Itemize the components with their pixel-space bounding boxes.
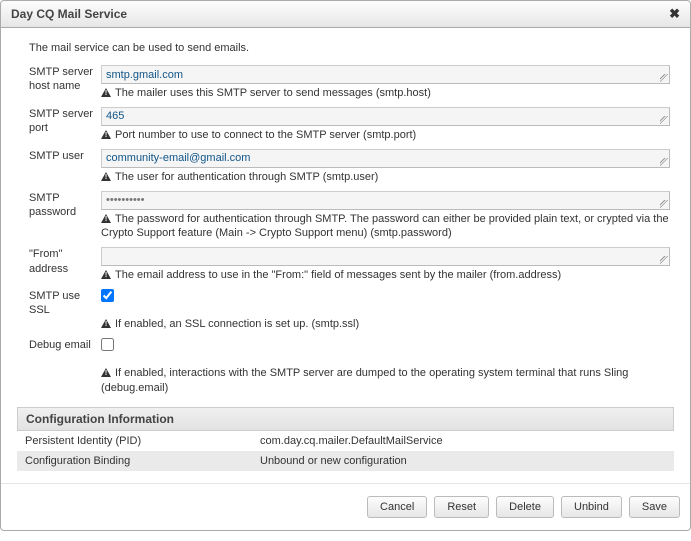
cancel-button[interactable]: Cancel (367, 496, 427, 518)
smtp-host-hint: The mailer uses this SMTP server to send… (101, 86, 670, 101)
dialog-description: The mail service can be used to send ema… (29, 42, 674, 54)
warning-icon (101, 319, 111, 328)
reset-button[interactable]: Reset (434, 496, 489, 518)
binding-label: Configuration Binding (17, 451, 252, 471)
config-info-header: Configuration Information (17, 407, 674, 431)
smtp-user-label: SMTP user (17, 146, 97, 188)
smtp-user-hint-text: The user for authentication through SMTP… (115, 171, 378, 183)
smtp-host-input[interactable] (101, 65, 670, 84)
close-icon[interactable]: ✖ (669, 6, 680, 22)
smtp-user-input[interactable] (101, 149, 670, 168)
smtp-ssl-label: SMTP use SSL (17, 286, 97, 335)
smtp-password-hint: The password for authentication through … (101, 212, 670, 242)
from-address-hint-text: The email address to use in the "From:" … (115, 269, 561, 281)
smtp-port-hint-text: Port number to use to connect to the SMT… (115, 129, 416, 141)
warning-icon (101, 270, 111, 279)
smtp-ssl-checkbox[interactable] (101, 289, 114, 302)
smtp-password-hint-text: The password for authentication through … (101, 213, 669, 240)
smtp-host-label: SMTP server host name (17, 62, 97, 104)
from-address-label: "From" address (17, 244, 97, 286)
smtp-port-hint: Port number to use to connect to the SMT… (101, 128, 670, 143)
from-address-hint: The email address to use in the "From:" … (101, 268, 670, 283)
unbind-button[interactable]: Unbind (561, 496, 622, 518)
save-button[interactable]: Save (629, 496, 680, 518)
debug-email-label: Debug email (17, 335, 97, 399)
pid-label: Persistent Identity (PID) (17, 431, 252, 451)
debug-email-hint-text: If enabled, interactions with the SMTP s… (101, 367, 628, 394)
warning-icon (101, 130, 111, 139)
smtp-port-label: SMTP server port (17, 104, 97, 146)
dialog-title: Day CQ Mail Service (11, 7, 127, 21)
delete-button[interactable]: Delete (496, 496, 554, 518)
warning-icon (101, 88, 111, 97)
smtp-password-input[interactable] (101, 191, 670, 210)
button-bar: Cancel Reset Delete Unbind Save (1, 483, 690, 530)
dialog-content: The mail service can be used to send ema… (1, 28, 690, 475)
smtp-ssl-hint-text: If enabled, an SSL connection is set up.… (115, 318, 359, 330)
warning-icon (101, 368, 111, 377)
pid-value: com.day.cq.mailer.DefaultMailService (252, 431, 674, 451)
dialog-titlebar: Day CQ Mail Service ✖ (1, 1, 690, 28)
smtp-password-label: SMTP password (17, 188, 97, 245)
warning-icon (101, 214, 111, 223)
smtp-user-hint: The user for authentication through SMTP… (101, 170, 670, 185)
from-address-input[interactable] (101, 247, 670, 266)
debug-email-hint: If enabled, interactions with the SMTP s… (101, 366, 670, 396)
binding-value: Unbound or new configuration (252, 451, 674, 471)
config-dialog: Day CQ Mail Service ✖ The mail service c… (0, 0, 691, 531)
config-info-table: Persistent Identity (PID) com.day.cq.mai… (17, 431, 674, 471)
smtp-ssl-hint: If enabled, an SSL connection is set up.… (101, 317, 670, 332)
smtp-host-hint-text: The mailer uses this SMTP server to send… (115, 87, 431, 99)
debug-email-checkbox[interactable] (101, 338, 114, 351)
warning-icon (101, 172, 111, 181)
smtp-port-input[interactable] (101, 107, 670, 126)
form-table: SMTP server host name The mailer uses th… (17, 62, 674, 399)
